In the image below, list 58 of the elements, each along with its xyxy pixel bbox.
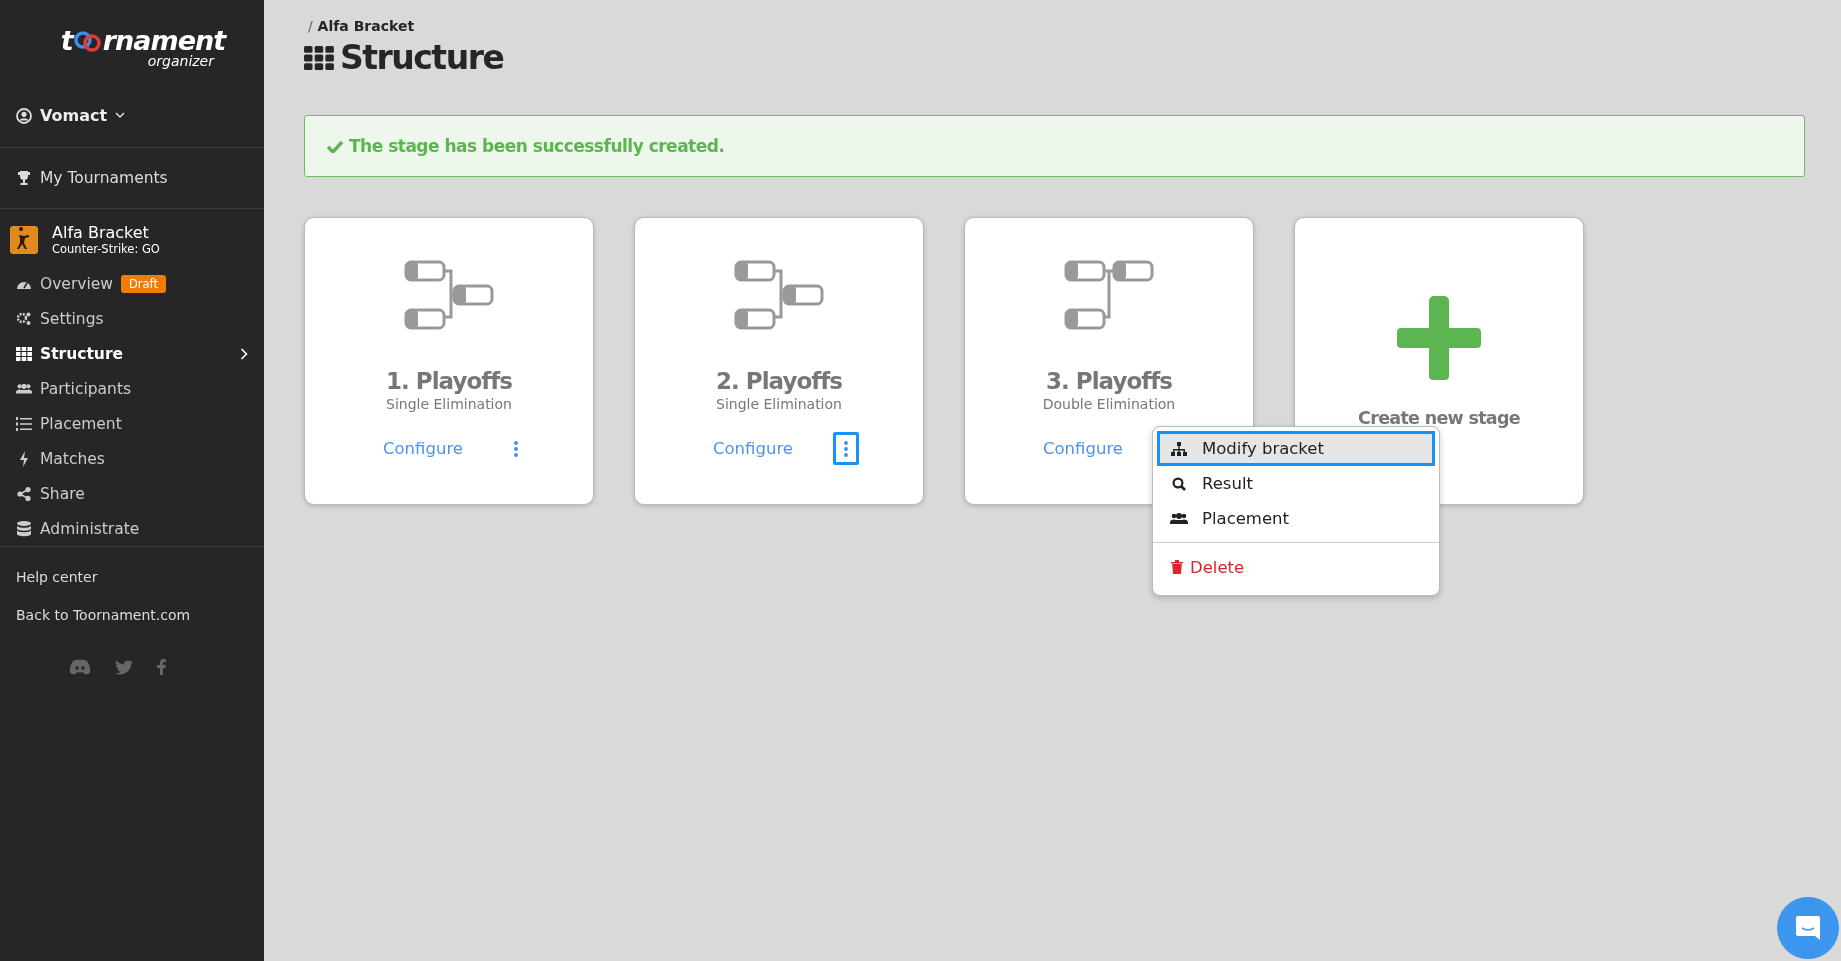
tournament-game: Counter-Strike: GO [52, 242, 160, 256]
numbered-list-icon [16, 416, 32, 431]
stage-title: 2. Playoffs [716, 368, 842, 394]
sidebar-item[interactable]: Participants [0, 371, 264, 406]
more-options-button[interactable] [833, 432, 859, 465]
user-menu[interactable]: Vomact [0, 84, 142, 147]
breadcrumb-link[interactable]: Alfa Bracket [317, 18, 415, 34]
menu-item[interactable]: Result [1157, 466, 1435, 501]
page-title: Structure [340, 38, 504, 77]
sidebar-item[interactable]: Share [0, 476, 264, 511]
sidebar-item[interactable]: Matches [0, 441, 264, 476]
database-icon [16, 520, 32, 537]
users-icon [16, 381, 32, 396]
logo-text: t [60, 26, 73, 56]
create-stage-label[interactable]: Create new stage [1358, 408, 1520, 428]
facebook-icon[interactable] [156, 659, 166, 675]
grid-icon [304, 45, 334, 70]
menu-item[interactable]: Delete [1157, 547, 1435, 587]
sidebar-item[interactable]: Overview Draft [0, 266, 264, 301]
draft-badge: Draft [121, 274, 166, 293]
footer-link[interactable]: Help center [0, 569, 264, 585]
game-icon [10, 225, 38, 254]
sidebar-item[interactable]: Settings [0, 301, 264, 336]
trophy-icon [16, 170, 32, 186]
bird-icon[interactable] [114, 659, 133, 675]
stage-title: 3. Playoffs [1046, 368, 1172, 394]
users-icon [1170, 511, 1188, 526]
footer-link[interactable]: Back to Toornament.com [0, 607, 264, 623]
sidebar-item[interactable]: Administrate [0, 511, 264, 546]
gears-icon [16, 310, 32, 327]
sidebar-item[interactable]: Placement [0, 406, 264, 441]
grid-icon [16, 346, 32, 361]
stage-type: Single Elimination [716, 396, 842, 412]
share-icon [16, 486, 32, 501]
chevron-right-icon [240, 347, 248, 360]
tournament-name: Alfa Bracket [52, 223, 150, 242]
chevron-down-icon [115, 112, 126, 119]
sidebar-item[interactable]: Structure [0, 336, 264, 371]
my-tournaments-link[interactable]: My Tournaments [0, 148, 264, 208]
chat-icon [1794, 914, 1822, 942]
stage-title: 1. Playoffs [386, 368, 512, 394]
search-icon [1170, 476, 1188, 491]
kebab-icon [514, 440, 518, 457]
kebab-icon [844, 440, 848, 457]
stage-type: Double Elimination [1042, 396, 1176, 412]
user-icon [16, 107, 32, 124]
breadcrumb-separator: / [308, 18, 313, 34]
hierarchy-icon [1170, 441, 1188, 456]
alert-message: The stage has been successfully created. [349, 136, 725, 156]
logo-subtitle: organizer [147, 53, 214, 69]
trash-icon [1170, 560, 1184, 574]
menu-item[interactable]: Modify bracket [1157, 431, 1435, 466]
plus-icon[interactable] [1397, 296, 1481, 380]
menu-item[interactable]: Placement [1157, 501, 1435, 536]
checkmark-icon [327, 139, 343, 153]
logo-text: rnament [102, 26, 226, 56]
stage-type: Single Elimination [386, 396, 512, 412]
discord-icon[interactable] [68, 659, 91, 675]
